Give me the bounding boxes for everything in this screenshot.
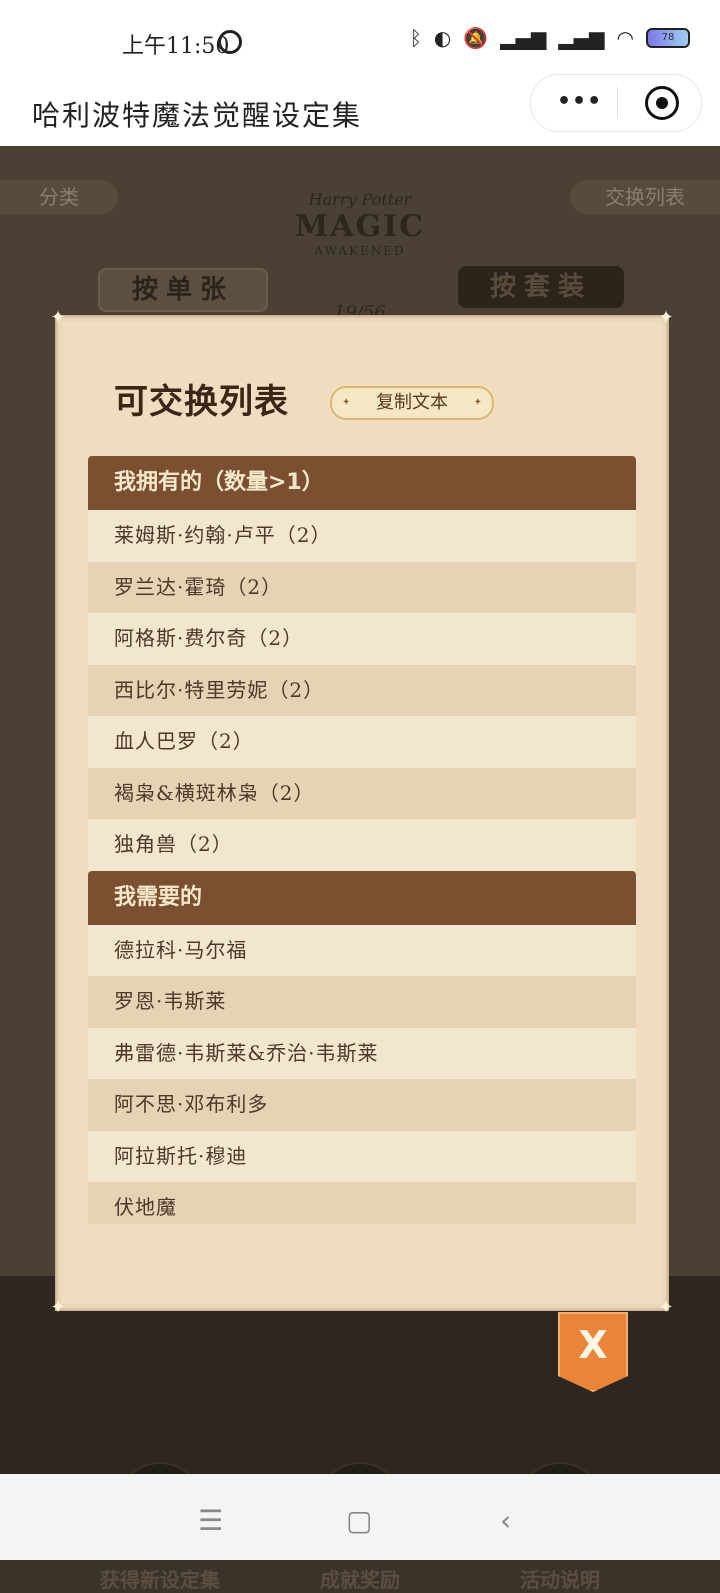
exchange-list-modal: ✦ ✦ ✦ ✦ 可交换列表 复制文本 我拥有的（数量>1） 莱姆斯·约翰·卢平（… [50, 309, 673, 1317]
owned-section-header: 我拥有的（数量>1） [88, 456, 636, 510]
nav-achievements-label: 成就奖励 [320, 1568, 400, 1592]
corner-star-icon: ✦ [658, 307, 674, 328]
corner-star-icon: ✦ [50, 307, 66, 328]
corner-star-icon: ✦ [50, 1297, 66, 1318]
list-item: 罗恩·韦斯莱 [88, 976, 636, 1028]
capsule-divider [617, 87, 618, 119]
category-tab[interactable]: 分类 [0, 180, 118, 214]
list-item: 伏地魔 [88, 1182, 636, 1224]
by-set-button[interactable]: 按套装 [458, 266, 624, 308]
mute-bell-icon: 🔕 [463, 26, 489, 50]
close-program-button[interactable] [645, 86, 679, 120]
logo-line2: MAGIC [295, 209, 426, 244]
system-nav-bar: ☰ ▢ ‹ [0, 1474, 720, 1560]
nav-event-info-label: 活动说明 [520, 1568, 600, 1592]
list-item: 独角兽（2） [88, 819, 636, 871]
more-menu-button[interactable]: ••• [557, 89, 602, 114]
list-item: 莱姆斯·约翰·卢平（2） [88, 510, 636, 562]
modal-title: 可交换列表 [114, 382, 289, 422]
logo-line3: AWAKENED [314, 244, 406, 258]
battery-icon: 78 [646, 28, 690, 48]
list-item: 阿不思·邓布利多 [88, 1079, 636, 1131]
list-item: 弗雷德·韦斯莱&乔治·韦斯莱 [88, 1027, 636, 1079]
list-item: 西比尔·特里劳妮（2） [88, 664, 636, 716]
signal-icon-1: ▂▄▆ [500, 26, 547, 50]
status-icons: ᛒ ◐ 🔕 ▂▄▆ ▂▄▆ ◠ 78 [410, 26, 690, 50]
list-item: 阿拉斯托·穆迪 [88, 1130, 636, 1182]
game-logo: Harry Potter MAGIC AWAKENED [295, 190, 425, 258]
status-time: 上午11:50 [122, 34, 230, 59]
list-item: 褐枭&横斑林枭（2） [88, 767, 636, 819]
signal-icon-2: ▂▄▆ [558, 26, 605, 50]
need-section-header: 我需要的 [88, 870, 636, 925]
logo-line1: Harry Potter [308, 190, 412, 209]
list-item: 阿格斯·费尔奇（2） [88, 613, 636, 665]
back-icon[interactable]: ‹ [500, 1504, 511, 1537]
by-single-button[interactable]: 按单张 [98, 268, 268, 312]
bluetooth-icon: ᛒ [409, 26, 422, 50]
mini-program-titlebar: 哈利波特魔法觉醒设定集 ••• [0, 74, 720, 146]
close-modal-button[interactable]: X [558, 1312, 628, 1392]
status-bar: 上午11:50 ᛒ ◐ 🔕 ▂▄▆ ▂▄▆ ◠ 78 [0, 0, 720, 80]
exchange-list[interactable]: 我拥有的（数量>1） 莱姆斯·约翰·卢平（2） 罗兰达·霍琦（2） 阿格斯·费尔… [88, 456, 636, 1224]
menu-icon[interactable]: ☰ [198, 1504, 223, 1537]
nav-new-set-label: 获得新设定集 [100, 1568, 220, 1592]
exchange-list-tab[interactable]: 交换列表 [570, 180, 720, 214]
home-icon[interactable]: ▢ [346, 1504, 372, 1537]
list-item: 德拉科·马尔福 [88, 924, 636, 976]
list-item: 罗兰达·霍琦（2） [88, 561, 636, 613]
capsule-menu: ••• [530, 74, 702, 132]
list-item: 血人巴罗（2） [88, 716, 636, 768]
page-title: 哈利波特魔法觉醒设定集 [32, 99, 363, 132]
copy-text-button[interactable]: 复制文本 [330, 386, 494, 420]
network-icon [218, 30, 242, 54]
wifi-icon: ◠ [616, 26, 634, 50]
toggle-icon: ◐ [433, 26, 452, 50]
corner-star-icon: ✦ [658, 1297, 674, 1318]
